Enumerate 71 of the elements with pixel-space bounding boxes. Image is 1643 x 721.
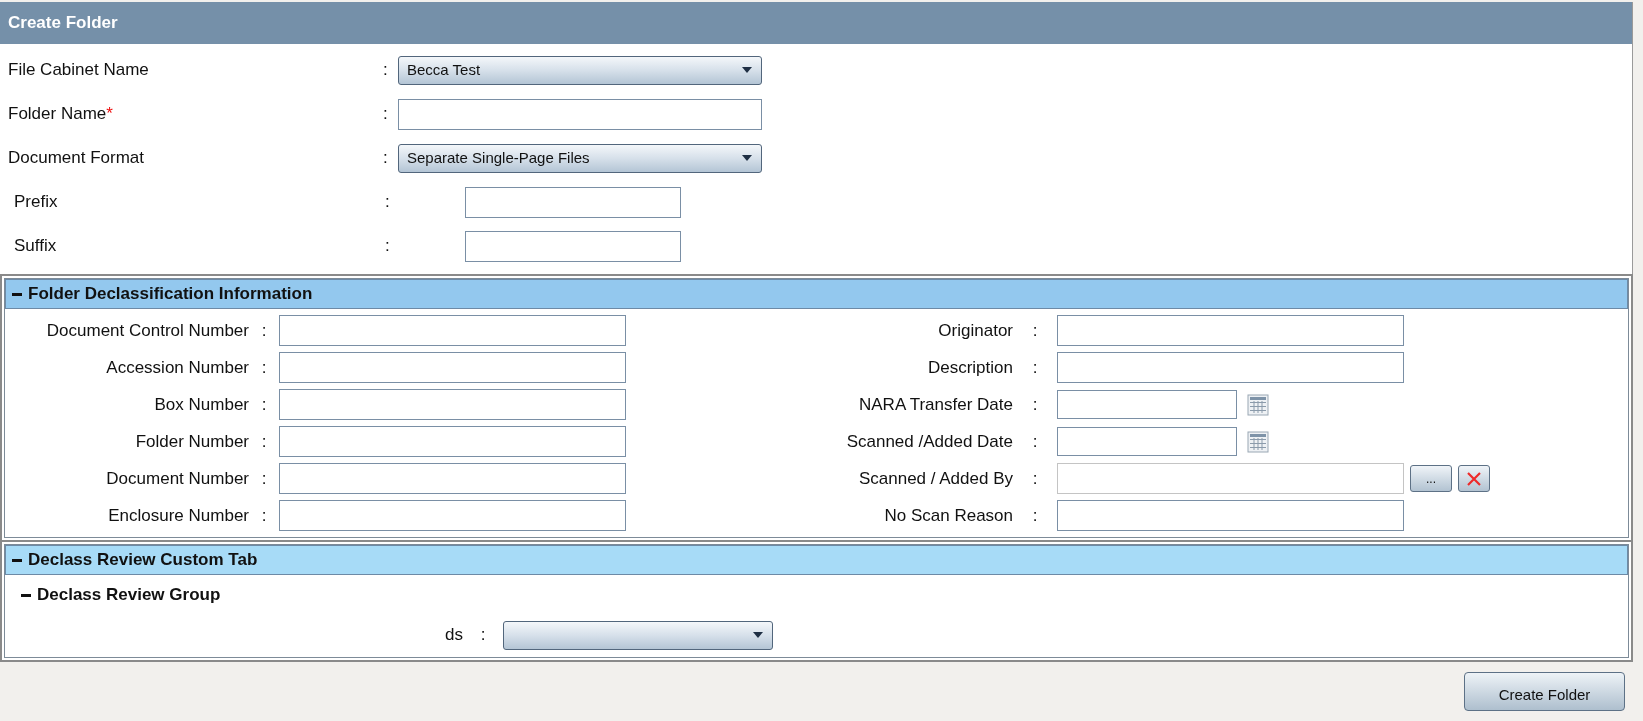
text-field[interactable] [1057,500,1404,531]
create-folder-button[interactable]: Create Folder [1464,672,1625,711]
text-field[interactable] [465,230,681,262]
colon: : [260,504,268,527]
field-label: Prefix [14,192,58,212]
date-field[interactable] [1057,427,1237,456]
lookup-field[interactable] [1057,463,1404,494]
section-header[interactable]: Declass Review Custom Tab [5,545,1628,575]
text-field[interactable] [279,500,626,531]
colon: : [260,356,268,379]
colon: : [1031,430,1039,453]
colon: : [1031,504,1039,527]
field-label: Scanned / Added By [858,468,1013,488]
colon: : [479,624,487,647]
required-mark: * [106,104,113,124]
colon: : [260,430,268,453]
group-title: Declass Review Group [37,584,221,607]
date-field[interactable] [1057,390,1237,419]
field-label: Enclosure Number [108,505,249,525]
field-label: Suffix [14,236,57,256]
colon: : [383,147,389,170]
field-label: Folder Name [8,104,107,124]
browse-button[interactable]: ... [1410,465,1452,492]
close-icon [1466,470,1482,487]
colon: : [1031,393,1039,416]
text-field[interactable] [1057,315,1404,346]
dropdown[interactable]: Separate Single-Page Files [398,143,762,173]
dropdown-arrow-icon [741,66,753,74]
field-label: ds [445,625,463,645]
colon: : [260,467,268,490]
dropdown-arrow-icon [741,154,753,162]
field-label: File Cabinet Name [8,60,149,80]
panel-header: Create Folder [0,2,1632,44]
dropdown[interactable] [503,620,773,650]
collapse-icon[interactable] [12,292,22,296]
text-field[interactable] [279,389,626,420]
colon: : [260,319,268,342]
dropdown-arrow-icon [752,631,764,639]
text-field[interactable] [1057,352,1404,383]
field-label: Originator [938,320,1013,340]
calendar-icon[interactable] [1247,393,1269,416]
field-label: Box Number [154,394,249,414]
text-field[interactable] [465,186,681,218]
text-field[interactable] [279,315,626,346]
field-label: Document Format [8,148,145,168]
text-field[interactable] [398,98,762,130]
field-label: No Scan Reason [884,505,1013,525]
text-field[interactable] [279,352,626,383]
colon: : [1031,356,1039,379]
clear-button[interactable] [1458,465,1490,492]
colon: : [383,59,389,82]
colon: : [1031,319,1039,342]
field-label: Document Number [106,468,249,488]
collapse-icon[interactable] [21,593,31,597]
field-label: Folder Number [135,431,249,451]
colon: : [385,235,391,258]
colon: : [260,393,268,416]
colon: : [1031,467,1039,490]
calendar-icon[interactable] [1247,430,1269,453]
colon: : [383,103,389,126]
dropdown[interactable]: Becca Test [398,55,762,85]
section-header[interactable]: Folder Declassification Information [5,279,1628,309]
field-label: Scanned /Added Date [846,431,1013,451]
colon: : [385,191,391,214]
field-label: Accession Number [106,357,249,377]
field-label: Document Control Number [46,320,249,340]
text-field[interactable] [279,426,626,457]
field-label: NARA Transfer Date [859,394,1013,414]
text-field[interactable] [279,463,626,494]
field-label: Description [927,357,1013,377]
collapse-icon[interactable] [12,558,22,562]
